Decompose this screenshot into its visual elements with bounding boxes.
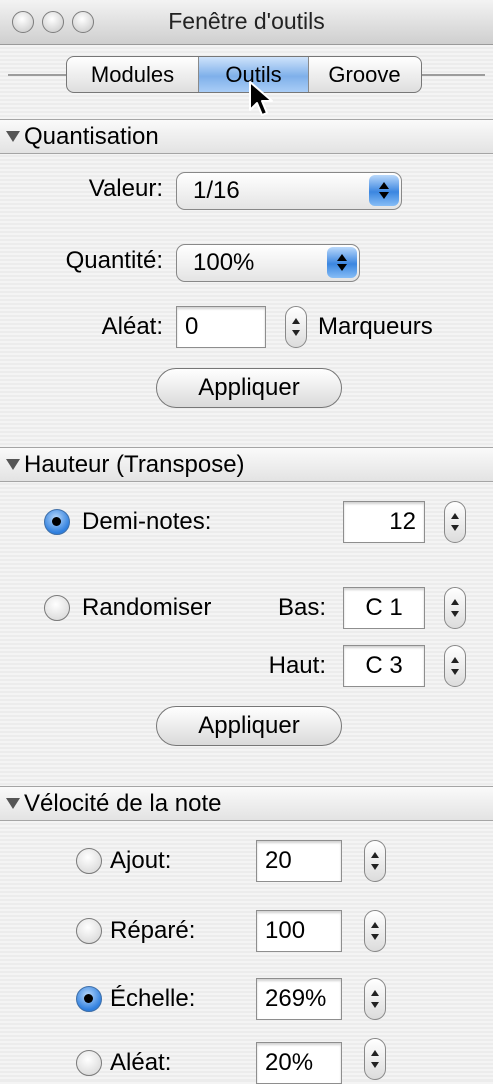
marqueurs-label: Marqueurs <box>318 313 433 340</box>
section-title: Quantisation <box>24 122 159 150</box>
aleat-stepper[interactable] <box>285 306 307 348</box>
valeur-label: Valeur: <box>88 175 163 202</box>
aleat-velocite-field[interactable]: 20% <box>256 1042 342 1084</box>
quantite-label: Quantité: <box>65 247 163 274</box>
tab-divider-left <box>8 74 68 76</box>
bas-label: Bas: <box>277 594 326 621</box>
ajout-radio[interactable] <box>76 848 102 874</box>
apply-hauteur-button[interactable]: Appliquer <box>156 706 342 746</box>
ajout-field[interactable]: 20 <box>256 840 342 882</box>
demi-notes-stepper[interactable] <box>444 501 466 543</box>
bas-field[interactable]: C 1 <box>343 587 425 629</box>
section-title: Vélocité de la note <box>24 789 222 817</box>
repare-stepper[interactable] <box>364 910 386 952</box>
title-bar: Fenêtre d'outils <box>0 0 493 45</box>
valeur-value: 1/16 <box>193 177 240 204</box>
aleat-velocite-stepper[interactable] <box>364 1038 386 1080</box>
demi-notes-label: Demi-notes: <box>82 508 212 535</box>
ajout-label: Ajout: <box>110 847 172 874</box>
disclosure-triangle-icon[interactable] <box>6 459 20 470</box>
disclosure-triangle-icon[interactable] <box>6 131 20 142</box>
quantite-popup[interactable]: 100% <box>176 244 360 282</box>
mouse-cursor-icon <box>249 81 273 116</box>
repare-radio[interactable] <box>76 918 102 944</box>
quantite-value: 100% <box>193 249 255 276</box>
valeur-popup[interactable]: 1/16 <box>176 172 402 210</box>
popup-arrows-icon <box>369 175 399 206</box>
haut-label: Haut: <box>268 652 326 679</box>
demi-notes-radio[interactable] <box>44 509 70 535</box>
aleat-field[interactable]: 0 <box>176 306 266 348</box>
aleat-label: Aléat: <box>101 313 163 340</box>
haut-stepper[interactable] <box>444 645 466 687</box>
tab-divider-right <box>420 74 485 76</box>
popup-arrows-icon <box>327 247 357 278</box>
bas-stepper[interactable] <box>444 587 466 629</box>
disclosure-triangle-icon[interactable] <box>6 798 20 809</box>
aleat-velocite-label: Aléat: <box>110 1049 172 1076</box>
tab-modules[interactable]: Modules <box>67 57 198 92</box>
apply-quantisation-button[interactable]: Appliquer <box>156 368 342 408</box>
randomiser-radio[interactable] <box>44 595 70 621</box>
aleat-velocite-radio[interactable] <box>76 1050 102 1076</box>
echelle-stepper[interactable] <box>364 978 386 1020</box>
section-header-velocite[interactable]: Vélocité de la note <box>0 786 493 821</box>
echelle-field[interactable]: 269% <box>256 978 342 1020</box>
section-title: Hauteur (Transpose) <box>24 450 245 478</box>
window-title: Fenêtre d'outils <box>168 8 325 34</box>
echelle-radio[interactable] <box>76 986 102 1012</box>
repare-label: Réparé: <box>110 917 196 944</box>
demi-notes-field[interactable]: 12 <box>343 501 425 543</box>
section-header-hauteur[interactable]: Hauteur (Transpose) <box>0 447 493 482</box>
tab-groove[interactable]: Groove <box>308 57 420 92</box>
ajout-stepper[interactable] <box>364 840 386 882</box>
haut-field[interactable]: C 3 <box>343 645 425 687</box>
section-header-quantisation[interactable]: Quantisation <box>0 119 493 154</box>
repare-field[interactable]: 100 <box>256 910 342 952</box>
echelle-label: Échelle: <box>110 985 196 1012</box>
randomiser-label: Randomiser <box>82 594 212 621</box>
tab-bar: Modules Outils Groove <box>66 56 422 93</box>
